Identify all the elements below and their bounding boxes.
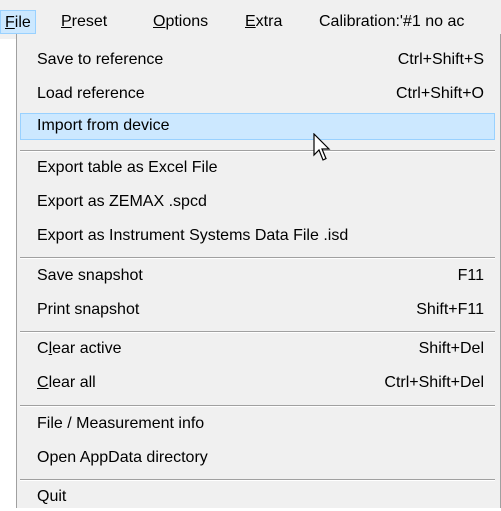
menu-options[interactable]: Options bbox=[153, 11, 208, 33]
menu-item-measurement-info[interactable]: File / Measurement info bbox=[20, 411, 495, 438]
menu-item-label-post: lear all bbox=[48, 374, 96, 391]
menu-item-label-mnemonic: C bbox=[37, 374, 49, 391]
menu-options-mnemonic: O bbox=[153, 13, 166, 30]
menu-item-shortcut: Ctrl+Shift+S bbox=[397, 51, 484, 68]
menu-extra-label: xtra bbox=[255, 13, 283, 30]
menu-separator bbox=[20, 150, 495, 152]
calibration-status: Calibration:'#1 no ac bbox=[319, 13, 465, 30]
menu-item-label: File / Measurement info bbox=[37, 415, 205, 432]
menu-item-label: Clear active bbox=[37, 339, 122, 359]
menu-item-load-reference[interactable]: Load reference Ctrl+Shift+O bbox=[20, 81, 495, 108]
menu-extra-mnemonic: E bbox=[245, 13, 256, 30]
menu-item-label: Export as Instrument Systems Data File .… bbox=[37, 227, 349, 244]
menu-separator bbox=[20, 257, 495, 259]
file-menu-dropdown: Save to reference Ctrl+Shift+S Load refe… bbox=[16, 34, 501, 508]
menu-preset-mnemonic: P bbox=[61, 13, 72, 30]
menu-item-export-zemax[interactable]: Export as ZEMAX .spcd bbox=[20, 189, 495, 216]
menu-item-label: Clear all bbox=[37, 373, 96, 393]
menu-item-import-from-device[interactable]: Import from device bbox=[20, 113, 495, 140]
menu-preset[interactable]: Preset bbox=[61, 11, 107, 33]
menu-item-open-appdata[interactable]: Open AppData directory bbox=[20, 445, 495, 472]
menu-item-label: Save to reference bbox=[37, 51, 164, 68]
menu-item-export-isd[interactable]: Export as Instrument Systems Data File .… bbox=[20, 223, 495, 250]
menu-options-label: ptions bbox=[165, 13, 209, 30]
menu-extra[interactable]: Extra bbox=[245, 11, 282, 33]
menu-item-label: Open AppData directory bbox=[37, 449, 208, 466]
menu-item-label: Save snapshot bbox=[37, 267, 143, 284]
menu-item-label: Import from device bbox=[37, 117, 170, 134]
menu-item-print-snapshot[interactable]: Print snapshot Shift+F11 bbox=[20, 297, 495, 324]
menu-item-shortcut: Shift+F11 bbox=[416, 301, 484, 318]
menu-file-label: ile bbox=[14, 14, 31, 31]
menu-item-clear-all[interactable]: Clear all Ctrl+Shift+Del bbox=[20, 370, 495, 397]
menu-item-label-pre: C bbox=[37, 340, 49, 357]
menu-separator bbox=[20, 405, 495, 407]
menu-separator bbox=[20, 479, 495, 481]
menu-item-label: Export as ZEMAX .spcd bbox=[37, 193, 207, 210]
menu-item-clear-active[interactable]: Clear active Shift+Del bbox=[20, 336, 495, 363]
menu-item-label: Export table as Excel File bbox=[37, 159, 218, 176]
menu-item-label-post: ear active bbox=[52, 340, 122, 357]
menu-item-export-excel[interactable]: Export table as Excel File bbox=[20, 155, 495, 182]
menu-item-label: Print snapshot bbox=[37, 301, 140, 318]
menu-item-shortcut: F11 bbox=[457, 267, 484, 284]
menu-separator bbox=[20, 331, 495, 333]
menu-item-save-snapshot[interactable]: Save snapshot F11 bbox=[20, 263, 495, 290]
menu-item-shortcut: Shift+Del bbox=[418, 340, 484, 357]
menu-file[interactable]: File bbox=[0, 10, 36, 34]
arrow-cursor-icon bbox=[313, 133, 331, 161]
menu-item-save-to-reference[interactable]: Save to reference Ctrl+Shift+S bbox=[20, 47, 495, 74]
menu-item-shortcut: Ctrl+Shift+Del bbox=[384, 374, 484, 391]
menu-item-shortcut: Ctrl+Shift+O bbox=[395, 85, 484, 102]
menu-item-label: Load reference bbox=[37, 85, 145, 102]
menu-file-mnemonic: F bbox=[5, 14, 15, 31]
menu-item-quit[interactable]: Quit bbox=[20, 484, 495, 511]
menu-preset-label: reset bbox=[71, 13, 108, 30]
menu-item-label: Quit bbox=[37, 488, 67, 505]
